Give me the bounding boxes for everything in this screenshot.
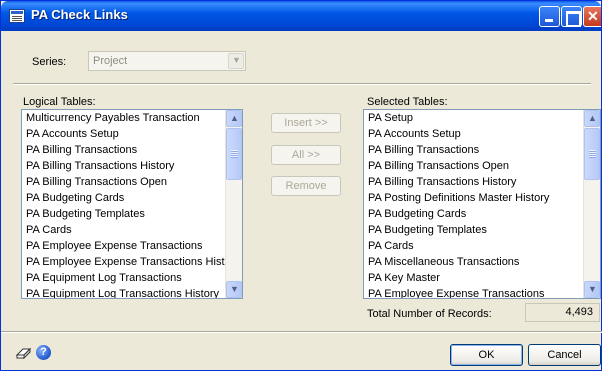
selected-tables-list[interactable]: PA Setup PA Accounts Setup PA Billing Tr… [363,109,601,299]
close-icon[interactable] [583,6,601,27]
list-item[interactable]: PA Billing Transactions Open [22,174,225,190]
list-item[interactable]: PA Posting Definitions Master History [364,190,583,206]
series-value: Project [93,55,128,67]
total-records-value: 4,493 [525,303,600,322]
minimize-icon[interactable] [539,6,560,27]
list-item[interactable]: PA Budgeting Cards [22,190,225,206]
title-bar[interactable]: PA Check Links [1,1,601,31]
series-dropdown[interactable]: Project ▼ [88,51,246,71]
list-item[interactable]: PA Employee Expense Transactions [22,238,225,254]
list-item[interactable]: PA Equipment Log Transactions [22,270,225,286]
scroll-down-button[interactable]: ▼ [584,281,600,298]
list-item[interactable]: PA Budgeting Templates [22,206,225,222]
chevron-down-icon: ▼ [232,55,241,65]
list-item[interactable]: PA Budgeting Templates [364,222,583,238]
list-item[interactable]: PA Billing Transactions [364,142,583,158]
list-item[interactable]: Multicurrency Payables Transaction [22,110,225,126]
scroll-up-icon: ▲ [230,113,239,123]
window-icon [9,9,25,23]
list-item[interactable]: PA Equipment Log Transactions History [22,286,225,298]
scroll-down-button[interactable]: ▼ [226,281,242,298]
cancel-button[interactable]: Cancel [528,344,601,366]
list-item[interactable]: PA Cards [364,238,583,254]
pa-check-links-window: PA Check Links Series: Project ▼ Logical… [0,0,602,371]
list-item[interactable]: PA Billing Transactions History [364,174,583,190]
grip-icon [231,150,238,158]
logical-tables-list[interactable]: Multicurrency Payables Transaction PA Ac… [21,109,243,299]
list-item[interactable]: PA Budgeting Cards [364,206,583,222]
list-item[interactable]: PA Billing Transactions [22,142,225,158]
vertical-scrollbar[interactable]: ▲ ▼ [583,110,600,298]
window-title: PA Check Links [31,7,128,22]
eraser-icon[interactable] [15,347,32,360]
list-item[interactable]: PA Accounts Setup [22,126,225,142]
selected-tables-label: Selected Tables: [367,96,448,108]
list-item[interactable]: PA Miscellaneous Transactions [364,254,583,270]
scroll-thumb[interactable] [584,128,600,180]
insert-all-button[interactable]: All >> [271,145,341,165]
series-label: Series: [32,56,67,68]
vertical-scrollbar[interactable]: ▲ ▼ [225,110,242,298]
list-item[interactable]: PA Employee Expense Transactions [364,286,583,298]
divider [1,331,602,333]
scroll-thumb[interactable] [226,128,242,180]
dropdown-arrow[interactable]: ▼ [228,53,244,69]
scroll-up-icon: ▲ [588,113,597,123]
help-icon[interactable]: ? [36,345,51,360]
insert-button[interactable]: Insert >> [271,113,341,133]
grip-icon [589,150,596,158]
scroll-up-button[interactable]: ▲ [584,110,600,127]
total-records-label: Total Number of Records: [367,308,492,320]
scroll-down-icon: ▼ [230,284,239,294]
list-item[interactable]: PA Billing Transactions Open [364,158,583,174]
list-item[interactable]: PA Setup [364,110,583,126]
scroll-up-button[interactable]: ▲ [226,110,242,127]
ok-button[interactable]: OK [450,344,523,366]
remove-button[interactable]: Remove [271,176,341,196]
list-item[interactable]: PA Cards [22,222,225,238]
divider [13,83,591,85]
list-item[interactable]: PA Accounts Setup [364,126,583,142]
list-item[interactable]: PA Billing Transactions History [22,158,225,174]
maximize-icon[interactable] [561,6,582,27]
scroll-down-icon: ▼ [588,284,597,294]
logical-tables-label: Logical Tables: [23,96,96,108]
list-item[interactable]: PA Key Master [364,270,583,286]
list-item[interactable]: PA Employee Expense Transactions Histo [22,254,225,270]
